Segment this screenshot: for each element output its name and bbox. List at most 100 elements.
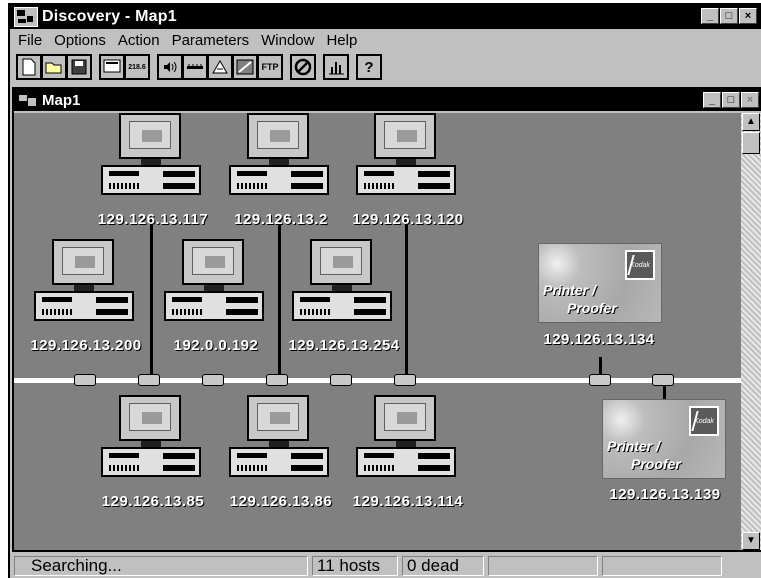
proofer-label: Proofer: [631, 456, 681, 472]
bus-tap: [74, 374, 96, 386]
map1-close-button[interactable]: ×: [741, 92, 759, 108]
discovery-app-window: Discovery - Map1 _ □ × File Options Acti…: [8, 3, 761, 578]
kodak-logo-icon: Kodak: [689, 406, 719, 436]
statistics-icon[interactable]: [323, 54, 349, 80]
monitor-icon: [374, 113, 436, 159]
dead-count: 0 dead: [402, 556, 484, 576]
help-icon[interactable]: ?: [356, 54, 382, 80]
window-title: Discovery - Map1: [42, 8, 177, 25]
host-ip-label: 129.126.13.85: [101, 493, 205, 510]
vertical-scrollbar[interactable]: ▲ ▼: [741, 113, 761, 550]
host-ip-label: 129.126.13.200: [30, 337, 142, 354]
bus-tap: [394, 374, 416, 386]
cable: [405, 219, 408, 381]
ftp-icon[interactable]: FTP: [257, 54, 283, 80]
computer-case-icon: [34, 291, 134, 321]
computer-case-icon: [101, 165, 201, 195]
printer-ip-label: 129.126.13.139: [609, 486, 721, 503]
menu-options[interactable]: Options: [54, 32, 106, 49]
computer-case-icon: [292, 291, 392, 321]
sound-icon[interactable]: [157, 54, 183, 80]
computer-case-icon: [229, 447, 329, 477]
status-bar: Searching... 11 hosts 0 dead: [10, 554, 761, 578]
host-ip-label: 129.126.13.254: [288, 337, 400, 354]
printer-label: Printer /: [607, 438, 660, 454]
bandwidth-icon[interactable]: [182, 54, 208, 80]
map1-minimize-button[interactable]: _: [703, 92, 721, 108]
monitor-icon: [247, 395, 309, 441]
scroll-down-arrow-icon[interactable]: ▼: [742, 532, 760, 550]
host-count: 11 hosts: [312, 556, 398, 576]
ftp-label: FTP: [261, 62, 279, 72]
printer-proofer-node[interactable]: Kodak Printer / Proofer: [538, 243, 662, 323]
bus-tap: [266, 374, 288, 386]
bus-tap: [330, 374, 352, 386]
monitor-icon: [310, 239, 372, 285]
network-map[interactable]: 129.126.13.117 129.126.13.2 129.126.13.1…: [14, 113, 741, 550]
menu-help[interactable]: Help: [326, 32, 357, 49]
printer-proofer-node[interactable]: Kodak Printer / Proofer: [602, 399, 726, 479]
cable: [150, 219, 153, 381]
bus-tap: [652, 374, 674, 386]
host-ip-label: 129.126.13.2: [234, 211, 328, 228]
monitor-icon: [182, 239, 244, 285]
proofer-label: Proofer: [567, 300, 617, 316]
bus-tap: [138, 374, 160, 386]
monitor-icon: [52, 239, 114, 285]
map1-maximize-button[interactable]: □: [722, 92, 740, 108]
monitor-icon: [374, 395, 436, 441]
bus-tap: [589, 374, 611, 386]
monitor-icon: [119, 395, 181, 441]
host-node[interactable]: 129.126.13.254: [288, 239, 399, 359]
scroll-thumb[interactable]: [742, 132, 760, 154]
status-panel-empty: [602, 556, 722, 576]
save-disk-icon[interactable]: [66, 54, 92, 80]
host-node[interactable]: 129.126.13.117: [98, 113, 208, 233]
network-backbone: [14, 378, 741, 383]
maximize-button[interactable]: □: [720, 8, 738, 24]
host-node[interactable]: 129.126.13.85: [101, 395, 205, 515]
monitor-icon: [119, 113, 181, 159]
map-window-icon: [19, 95, 36, 106]
computer-case-icon: [164, 291, 264, 321]
route-icon[interactable]: [207, 54, 233, 80]
map1-child-window: Map1 _ □ × 129.126.13.117 129.126.13.2 1…: [12, 87, 761, 552]
monitor-icon: [247, 113, 309, 159]
menu-file[interactable]: File: [18, 32, 42, 49]
host-ip-label: 129.126.13.114: [352, 493, 464, 510]
host-node[interactable]: 129.126.13.120: [352, 113, 463, 233]
stop-icon[interactable]: [290, 54, 316, 80]
monitor-icon[interactable]: [232, 54, 258, 80]
cable: [278, 219, 281, 381]
menu-bar: File Options Action Parameters Window He…: [10, 29, 761, 51]
minimize-button[interactable]: _: [701, 8, 719, 24]
toolbar: 218.6 FTP ?: [16, 52, 389, 82]
host-ip-label: 129.126.13.120: [352, 211, 464, 228]
open-folder-icon[interactable]: [41, 54, 67, 80]
printer-ip-label: 129.126.13.134: [543, 331, 655, 348]
host-node[interactable]: 129.126.13.200: [30, 239, 141, 359]
host-node[interactable]: 129.126.13.86: [229, 395, 333, 515]
printer-label: Printer /: [543, 282, 596, 298]
menu-action[interactable]: Action: [118, 32, 160, 49]
map1-title-bar[interactable]: Map1 _ □ ×: [14, 89, 761, 111]
host-node[interactable]: 129.126.13.114: [353, 395, 463, 515]
host-ip-label: 129.126.13.117: [97, 211, 209, 228]
status-text: Searching...: [14, 556, 308, 576]
host-node[interactable]: 129.126.13.2: [229, 113, 333, 233]
title-bar[interactable]: Discovery - Map1 _ □ ×: [10, 5, 761, 29]
computer-case-icon: [229, 165, 329, 195]
host-ip-label: 192.0.0.192: [173, 337, 259, 354]
menu-window[interactable]: Window: [261, 32, 314, 49]
subnet-icon[interactable]: 218.6: [124, 54, 150, 80]
ping-icon[interactable]: [99, 54, 125, 80]
menu-parameters[interactable]: Parameters: [172, 32, 250, 49]
status-panel-empty: [488, 556, 598, 576]
close-button[interactable]: ×: [739, 8, 757, 24]
host-node[interactable]: 192.0.0.192: [164, 239, 268, 359]
scroll-up-arrow-icon[interactable]: ▲: [742, 113, 760, 131]
computer-case-icon: [356, 447, 456, 477]
computer-case-icon: [356, 165, 456, 195]
new-file-icon[interactable]: [16, 54, 42, 80]
subnet-label: 218.6: [128, 63, 146, 71]
